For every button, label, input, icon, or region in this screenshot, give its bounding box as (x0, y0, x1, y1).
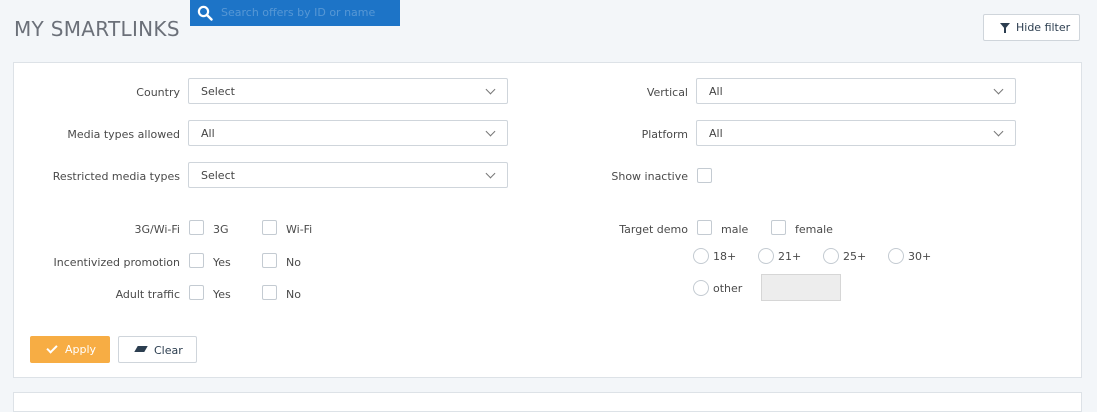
media-types-allowed-value: All (201, 127, 215, 140)
eraser-icon (134, 346, 148, 352)
incentivized-yes-checkbox[interactable] (189, 253, 204, 268)
adult-yes-checkbox[interactable] (189, 285, 204, 300)
restricted-media-types-label: Restricted media types (52, 170, 180, 183)
apply-button[interactable]: Apply (30, 336, 110, 363)
age-21-radio[interactable] (758, 248, 774, 264)
age-18-radio[interactable] (693, 248, 709, 264)
age-25-label: 25+ (843, 250, 867, 263)
adult-no-checkbox[interactable] (262, 285, 277, 300)
country-value: Select (201, 85, 235, 98)
chevron-down-icon (993, 84, 1004, 95)
3g-checkbox[interactable] (189, 220, 204, 235)
age-other-radio[interactable] (693, 280, 709, 296)
incentivized-yes-label: Yes (213, 256, 231, 269)
wifi-label: Wi-Fi (286, 223, 313, 236)
media-types-allowed-select[interactable]: All (188, 120, 508, 146)
3g-label: 3G (213, 223, 229, 236)
show-inactive-checkbox[interactable] (697, 168, 712, 183)
clear-label: Clear (154, 344, 183, 357)
female-checkbox[interactable] (771, 220, 786, 235)
filter-icon (1000, 23, 1010, 33)
search-input[interactable]: Search offers by ID or name (221, 6, 375, 19)
results-panel (13, 392, 1082, 412)
target-demo-label: Target demo (619, 223, 688, 236)
restricted-media-types-select[interactable]: Select (188, 162, 508, 188)
apply-label: Apply (65, 343, 97, 356)
clear-button[interactable]: Clear (118, 336, 197, 363)
chevron-down-icon (485, 84, 496, 95)
media-types-allowed-label: Media types allowed (67, 128, 180, 141)
adult-yes-label: Yes (213, 288, 231, 301)
filter-panel (13, 62, 1082, 378)
male-checkbox[interactable] (697, 220, 712, 235)
adult-traffic-label: Adult traffic (115, 288, 180, 301)
wifi-checkbox[interactable] (262, 220, 277, 235)
age-30-label: 30+ (908, 250, 932, 263)
incentivized-label: Incentivized promotion (53, 256, 180, 269)
country-select[interactable]: Select (188, 78, 508, 104)
adult-no-label: No (286, 288, 301, 301)
hide-filter-button[interactable]: Hide filter (983, 14, 1080, 41)
incentivized-no-checkbox[interactable] (262, 253, 277, 268)
chevron-down-icon (485, 126, 496, 137)
connection-label: 3G/Wi-Fi (134, 223, 180, 236)
check-icon (46, 342, 58, 354)
platform-select[interactable]: All (696, 120, 1016, 146)
page-title: MY SMARTLINKS (14, 17, 180, 41)
chevron-down-icon (993, 126, 1004, 137)
age-21-label: 21+ (778, 250, 802, 263)
vertical-label: Vertical (646, 86, 688, 99)
platform-label: Platform (641, 128, 688, 141)
age-18-label: 18+ (713, 250, 737, 263)
country-label: Country (136, 86, 180, 99)
show-inactive-label: Show inactive (611, 170, 688, 183)
incentivized-no-label: No (286, 256, 301, 269)
vertical-select[interactable]: All (696, 78, 1016, 104)
age-other-label: other (713, 282, 743, 295)
female-label: female (795, 223, 833, 236)
chevron-down-icon (485, 168, 496, 179)
hide-filter-label: Hide filter (1016, 21, 1071, 34)
platform-value: All (709, 127, 723, 140)
male-label: male (721, 223, 749, 236)
restricted-media-types-value: Select (201, 169, 235, 182)
age-30-radio[interactable] (888, 248, 904, 264)
age-25-radio[interactable] (823, 248, 839, 264)
vertical-value: All (709, 85, 723, 98)
search-icon (197, 5, 213, 21)
other-age-input[interactable] (761, 274, 841, 301)
search-box[interactable]: Search offers by ID or name (190, 0, 400, 26)
